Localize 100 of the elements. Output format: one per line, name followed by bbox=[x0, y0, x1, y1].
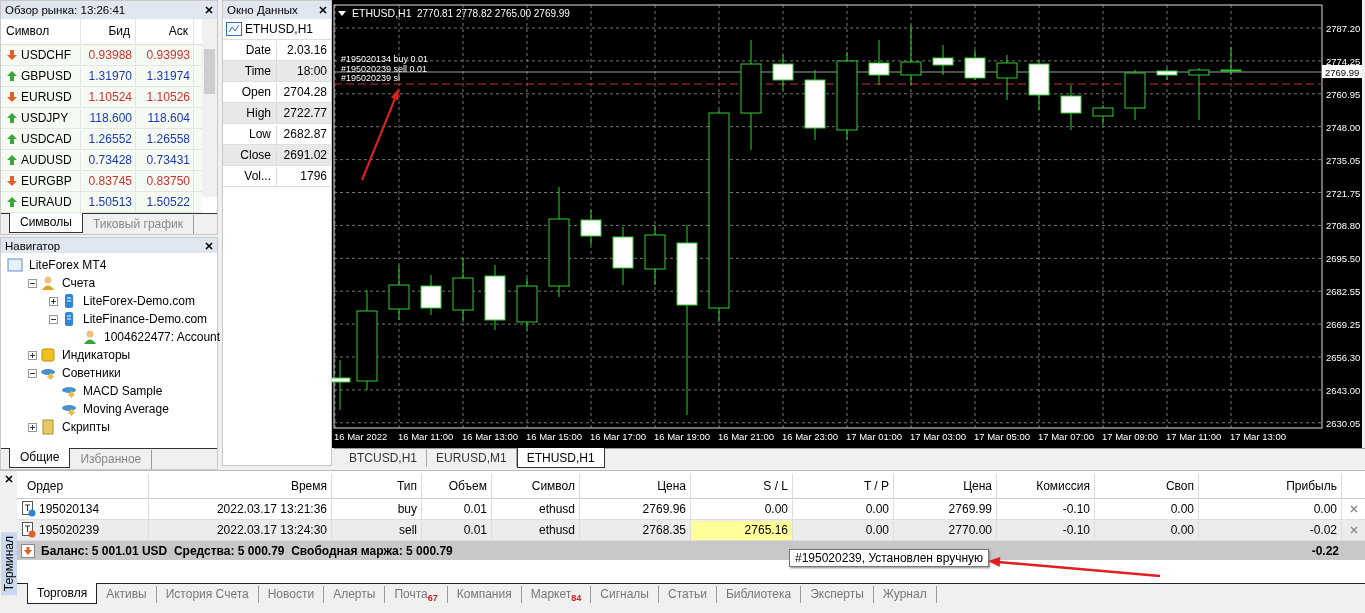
tree-item[interactable]: Moving Average bbox=[80, 402, 169, 416]
terminal-tab[interactable]: Почта$_{67}$ bbox=[385, 586, 448, 603]
expander-icon[interactable] bbox=[49, 314, 58, 324]
tree-item[interactable]: LiteForex MT4 bbox=[26, 258, 107, 272]
close-icon[interactable] bbox=[205, 6, 213, 14]
candle bbox=[1220, 46, 1242, 76]
bid-price: 1.50513 bbox=[81, 192, 136, 212]
time-label: 16 Mar 15:00 bbox=[526, 431, 582, 442]
chart-tab[interactable]: EURUSD,M1 bbox=[427, 449, 517, 467]
column-header[interactable]: Ордер bbox=[17, 474, 149, 498]
time-label: 17 Mar 13:00 bbox=[1230, 431, 1286, 442]
table-cell: 2765.16 bbox=[691, 520, 793, 540]
column-header[interactable]: Символ bbox=[1, 19, 81, 44]
column-header[interactable]: Своп bbox=[1095, 474, 1199, 498]
candle bbox=[900, 24, 922, 86]
panel-tab[interactable]: Общие bbox=[9, 448, 71, 468]
price-label: 2760.95 bbox=[1326, 88, 1361, 100]
time-label: 17 Mar 05:00 bbox=[974, 431, 1030, 442]
price-label: 2735.05 bbox=[1326, 154, 1361, 166]
candle bbox=[932, 44, 954, 76]
column-header[interactable]: Аск bbox=[136, 19, 194, 44]
data-label: Time bbox=[223, 61, 277, 81]
terminal-tab[interactable]: Эксперты bbox=[801, 586, 874, 603]
panel-tab[interactable]: Символы bbox=[9, 213, 83, 233]
terminal-label: Терминал bbox=[0, 531, 17, 595]
time-label: 17 Mar 11:00 bbox=[1166, 431, 1222, 442]
symbol-name: EURAUD bbox=[21, 193, 72, 211]
terminal-tab[interactable]: Журнал bbox=[873, 586, 937, 603]
column-header[interactable]: T / P bbox=[793, 474, 894, 498]
time-label: 16 Mar 23:00 bbox=[782, 431, 838, 442]
expander-icon[interactable] bbox=[28, 422, 37, 432]
column-header[interactable]: Комиссия bbox=[997, 474, 1095, 498]
candle bbox=[1188, 67, 1210, 121]
table-cell: 2769.99 bbox=[894, 499, 997, 519]
column-header[interactable]: Прибыль bbox=[1199, 474, 1342, 498]
symbol-name: AUDUSD bbox=[21, 151, 72, 169]
terminal-tab[interactable]: Алерты bbox=[324, 586, 386, 603]
expander-icon[interactable] bbox=[28, 368, 37, 378]
time-label: 16 Mar 19:00 bbox=[654, 431, 710, 442]
ask-price: 0.73431 bbox=[136, 150, 194, 170]
table-cell: 0.00 bbox=[793, 520, 894, 540]
column-header[interactable]: Время bbox=[149, 474, 332, 498]
time-label: 16 Mar 17:00 bbox=[590, 431, 646, 442]
balance-icon bbox=[21, 543, 35, 558]
column-header[interactable]: S / L bbox=[691, 474, 793, 498]
tree-item[interactable]: Счета bbox=[59, 276, 96, 290]
tree-item[interactable]: LiteForex-Demo.com bbox=[80, 294, 196, 308]
tree-item[interactable]: LiteFinance-Demo.com bbox=[80, 312, 208, 326]
candle bbox=[388, 264, 410, 321]
expander-icon[interactable] bbox=[28, 278, 37, 288]
column-header[interactable]: Цена bbox=[580, 474, 691, 498]
column-header[interactable]: Бид bbox=[81, 19, 136, 44]
candle bbox=[580, 209, 602, 246]
accounts-icon bbox=[40, 275, 56, 291]
panel-title: Навигатор bbox=[5, 239, 61, 252]
tree-item[interactable]: Скрипты bbox=[59, 420, 110, 434]
column-header[interactable]: Тип bbox=[332, 474, 422, 498]
account-icon bbox=[82, 329, 98, 345]
tree-item[interactable]: Индикаторы bbox=[59, 348, 131, 362]
expander-icon[interactable] bbox=[49, 296, 58, 306]
tree-item[interactable]: 1004622477: Account bbox=[101, 330, 221, 344]
candle bbox=[484, 264, 506, 331]
terminal-tab[interactable]: Торговля bbox=[27, 583, 98, 604]
terminal-tab[interactable]: Сигналы bbox=[591, 586, 659, 603]
close-icon[interactable] bbox=[4, 475, 13, 483]
terminal-tab[interactable]: Активы bbox=[97, 586, 157, 603]
chart-symbol: ETHUSD,H1 bbox=[352, 7, 412, 19]
tree-item[interactable]: MACD Sample bbox=[80, 384, 163, 398]
price-label: 2774.25 bbox=[1326, 55, 1361, 67]
expander-icon[interactable] bbox=[28, 350, 37, 360]
order-label: #195020134 buy 0.01 bbox=[341, 54, 429, 64]
close-icon[interactable] bbox=[205, 241, 213, 250]
scrollbar[interactable] bbox=[202, 19, 217, 197]
time-label: 17 Mar 09:00 bbox=[1102, 431, 1158, 442]
column-header[interactable]: Символ bbox=[492, 474, 580, 498]
terminal-tab[interactable]: Библиотека bbox=[716, 586, 802, 603]
indicators-icon bbox=[40, 347, 56, 363]
time-label: 16 Mar 21:00 bbox=[718, 431, 774, 442]
column-header[interactable]: Цена bbox=[894, 474, 997, 498]
tree-item[interactable]: Советники bbox=[59, 366, 121, 380]
terminal-tab[interactable]: Новости bbox=[258, 586, 325, 603]
symbol-name: EURUSD bbox=[21, 88, 72, 106]
symbol-name: EURGBP bbox=[21, 172, 72, 190]
candle bbox=[644, 224, 666, 286]
column-header[interactable]: Объем bbox=[422, 474, 492, 498]
close-icon[interactable] bbox=[319, 6, 327, 14]
panel-title: Окно Данных bbox=[227, 4, 298, 16]
bid-price: 1.26552 bbox=[81, 129, 136, 149]
terminal-tab[interactable]: Маркет$_{84}$ bbox=[521, 586, 592, 603]
table-cell: ethusd bbox=[492, 520, 580, 540]
table-cell: ethusd bbox=[492, 499, 580, 519]
table-cell: -0.10 bbox=[997, 499, 1095, 519]
terminal-tab[interactable]: История Счета bbox=[156, 586, 259, 603]
price-label: 2748.00 bbox=[1326, 121, 1361, 133]
collapse-icon[interactable] bbox=[338, 11, 346, 16]
terminal-tab[interactable]: Статьи bbox=[659, 586, 717, 603]
terminal-tab[interactable]: Компания bbox=[447, 586, 522, 603]
candle bbox=[964, 49, 986, 81]
chart-tab[interactable]: ETHUSD,H1 bbox=[516, 448, 605, 468]
chart-tab[interactable]: BTCUSD,H1 bbox=[340, 449, 427, 467]
